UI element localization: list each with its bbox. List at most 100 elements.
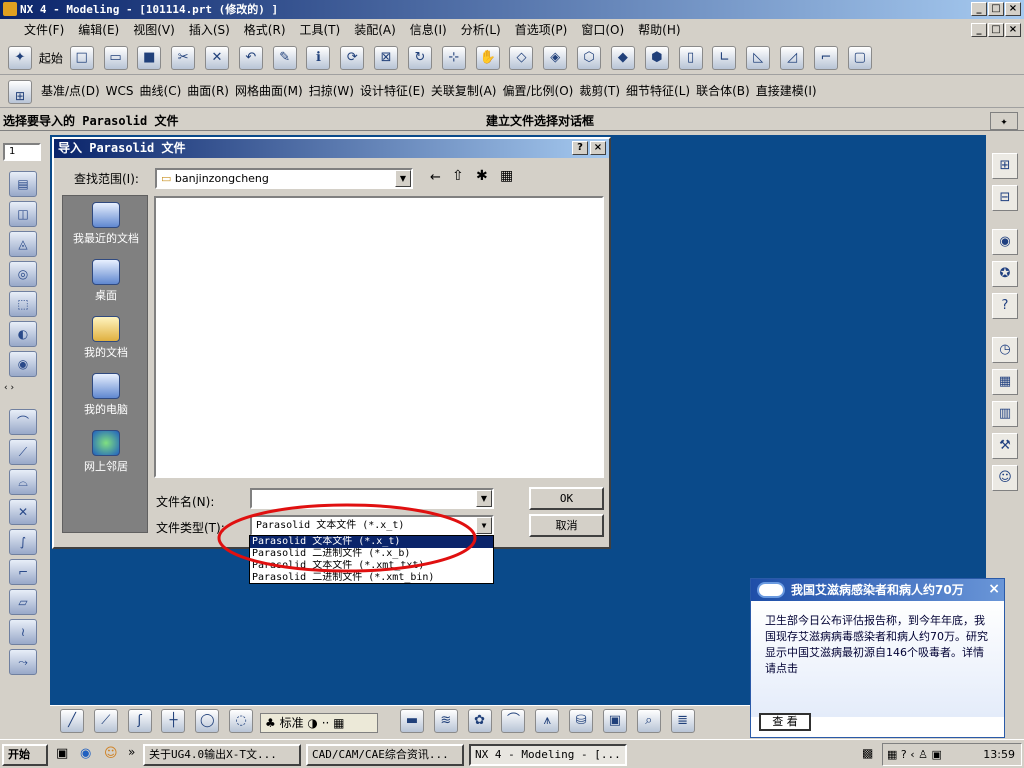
dialog-close-button[interactable]: × xyxy=(590,141,606,155)
menu-wcs[interactable]: WCS xyxy=(103,76,137,106)
intersect-icon[interactable]: ✕ xyxy=(9,499,37,525)
cut-icon[interactable]: ✂ xyxy=(171,46,196,70)
web-browser-icon[interactable]: ◉ xyxy=(992,229,1018,255)
tray-network-icon[interactable]: ▩ xyxy=(862,746,873,760)
quicklaunch-more-icon[interactable]: » xyxy=(128,745,135,759)
ok-button[interactable]: OK xyxy=(529,487,604,510)
wireframe-icon[interactable]: ◇ xyxy=(509,46,534,70)
hidden-edges-icon[interactable]: ⬡ xyxy=(577,46,602,70)
shaded-icon[interactable]: ◆ xyxy=(610,46,635,70)
extrude-icon[interactable]: ⬚ xyxy=(9,291,37,317)
assembly-navigator-icon[interactable]: ⊞ xyxy=(992,153,1018,179)
place-my-computer[interactable]: 我的电脑 xyxy=(63,373,149,424)
cancel-button[interactable]: 取消 xyxy=(529,514,604,537)
menu-help[interactable]: 帮助(H) xyxy=(631,20,687,40)
part-navigator-icon[interactable]: ⊟ xyxy=(992,185,1018,211)
system-materials-icon[interactable]: ☺ xyxy=(992,465,1018,491)
dialog-help-button[interactable]: ? xyxy=(572,141,588,155)
crossing-icon[interactable]: ┼ xyxy=(161,709,186,733)
menu-view[interactable]: 视图(V) xyxy=(126,20,182,40)
menu-window[interactable]: 窗口(O) xyxy=(574,20,631,40)
place-network[interactable]: 网上邻居 xyxy=(63,430,149,481)
start-icon[interactable]: ✦ xyxy=(8,46,32,70)
arc-icon[interactable]: ⌓ xyxy=(9,469,37,495)
start-button[interactable]: 开始 xyxy=(2,744,48,766)
block-icon[interactable]: ▤ xyxy=(9,171,37,197)
menu-analysis[interactable]: 分析(L) xyxy=(454,20,508,40)
project-icon[interactable]: ▱ xyxy=(9,589,37,615)
chamfer-tool-icon[interactable]: ⟋ xyxy=(9,439,37,465)
menu-surface[interactable]: 曲面(R) xyxy=(184,76,232,106)
training-icon[interactable]: ✪ xyxy=(992,261,1018,287)
sphere-icon[interactable]: ◎ xyxy=(9,261,37,287)
help-icon[interactable]: ? xyxy=(992,293,1018,319)
place-desktop[interactable]: 桌面 xyxy=(63,259,149,310)
doc-minimize-button[interactable]: _ xyxy=(971,23,987,37)
history-icon[interactable]: ◷ xyxy=(992,337,1018,363)
look-in-combo[interactable]: ▭ banjinzongcheng ▼ xyxy=(155,168,413,189)
roles-icon[interactable]: ⚒ xyxy=(992,433,1018,459)
menu-associative-copy[interactable]: 关联复制(A) xyxy=(428,76,500,106)
tray-icons[interactable]: ▦ ? ‹ ♙ ▣ xyxy=(883,744,942,765)
ime-bar[interactable]: ♣ 标准 ◑ ·· ▦ xyxy=(260,713,378,733)
menu-assembly[interactable]: 装配(A) xyxy=(347,20,403,40)
task-button-2[interactable]: CAD/CAM/CAE综合资讯... xyxy=(306,744,464,766)
ie-icon[interactable]: ◉ xyxy=(80,746,91,761)
menu-curve[interactable]: 曲线(C) xyxy=(137,76,185,106)
menu-mesh-surface[interactable]: 网格曲面(M) xyxy=(232,76,306,106)
up-folder-icon[interactable]: ⇧ xyxy=(452,168,464,184)
info-select-icon[interactable]: ℹ xyxy=(306,46,331,70)
bucket-icon[interactable]: ⛁ xyxy=(569,709,594,733)
back-arrow-icon[interactable]: ← xyxy=(430,170,441,185)
pan-icon[interactable]: ✋ xyxy=(475,46,500,70)
task-button-nx[interactable]: NX 4 - Modeling - [... xyxy=(469,744,627,766)
color-icon[interactable]: ✿ xyxy=(467,709,492,733)
circle-2-icon[interactable]: ◌ xyxy=(229,709,254,733)
menu-detail-feature[interactable]: 细节特征(L) xyxy=(623,76,693,106)
layer-select[interactable]: 1 xyxy=(3,143,41,161)
new-file-icon[interactable]: □ xyxy=(69,46,94,70)
chamfer-icon[interactable]: ◺ xyxy=(746,46,771,70)
minimize-button[interactable]: _ xyxy=(971,2,987,16)
offset-curve-icon[interactable]: ⤳ xyxy=(9,649,37,675)
refresh-icon[interactable]: ⟳ xyxy=(340,46,365,70)
new-folder-icon[interactable]: ✱ xyxy=(476,168,488,184)
menu-combine[interactable]: 联合体(B) xyxy=(693,76,753,106)
bridge-icon[interactable]: ≀ xyxy=(9,619,37,645)
sketch-icon[interactable]: ▯ xyxy=(678,46,703,70)
arc-curve-icon[interactable]: ʃ xyxy=(127,709,152,733)
wcs-axes-icon[interactable]: ⊹ xyxy=(441,46,466,70)
task-button-1[interactable]: 关于UG4.0输出X-T文... xyxy=(143,744,301,766)
curve-analysis-icon[interactable]: ⌒ xyxy=(501,709,526,733)
reuse-library-icon[interactable]: ▦ xyxy=(992,369,1018,395)
menu-datum-point[interactable]: 基准/点(D) xyxy=(38,76,103,106)
hole-icon[interactable]: ◉ xyxy=(9,351,37,377)
palette-icon[interactable]: ▥ xyxy=(992,401,1018,427)
menu-file[interactable]: 文件(F) xyxy=(0,20,71,40)
place-recent[interactable]: 我最近的文档 xyxy=(63,202,149,253)
line-icon[interactable]: ╱ xyxy=(60,709,84,733)
revolve-icon[interactable]: ◐ xyxy=(9,321,37,347)
fit-icon[interactable]: ⊠ xyxy=(374,46,399,70)
spline-icon[interactable]: ∫ xyxy=(9,529,37,555)
delete-icon[interactable]: ✕ xyxy=(204,46,229,70)
menu-format[interactable]: 格式(R) xyxy=(237,20,293,40)
rectangle-icon[interactable]: ▢ xyxy=(847,46,872,70)
close-button[interactable]: × xyxy=(1005,2,1021,16)
doc-close-button[interactable]: × xyxy=(1005,23,1021,37)
comb-icon[interactable]: ⩚ xyxy=(535,709,560,733)
maximize-button[interactable]: □ xyxy=(988,2,1004,16)
menu-design-feature[interactable]: 设计特征(E) xyxy=(357,76,428,106)
menu-tools[interactable]: 工具(T) xyxy=(293,20,348,40)
offset-icon[interactable]: ⌐ xyxy=(813,46,838,70)
shaded-wire-icon[interactable]: ◈ xyxy=(543,46,568,70)
profile-icon[interactable]: ∟ xyxy=(712,46,737,70)
menu-insert[interactable]: 插入(S) xyxy=(182,20,237,40)
rotate-icon[interactable]: ↻ xyxy=(407,46,432,70)
view-menu-icon[interactable]: ▦ xyxy=(500,168,513,184)
ruler-icon[interactable]: ▬ xyxy=(399,709,424,733)
show-desktop-icon[interactable]: ▣ xyxy=(56,746,68,761)
ribbon-icon[interactable]: ≋ xyxy=(433,709,458,733)
magnify-icon[interactable]: ⌕ xyxy=(636,709,661,733)
menu-direct-modeling[interactable]: 直接建模(I) xyxy=(753,76,820,106)
